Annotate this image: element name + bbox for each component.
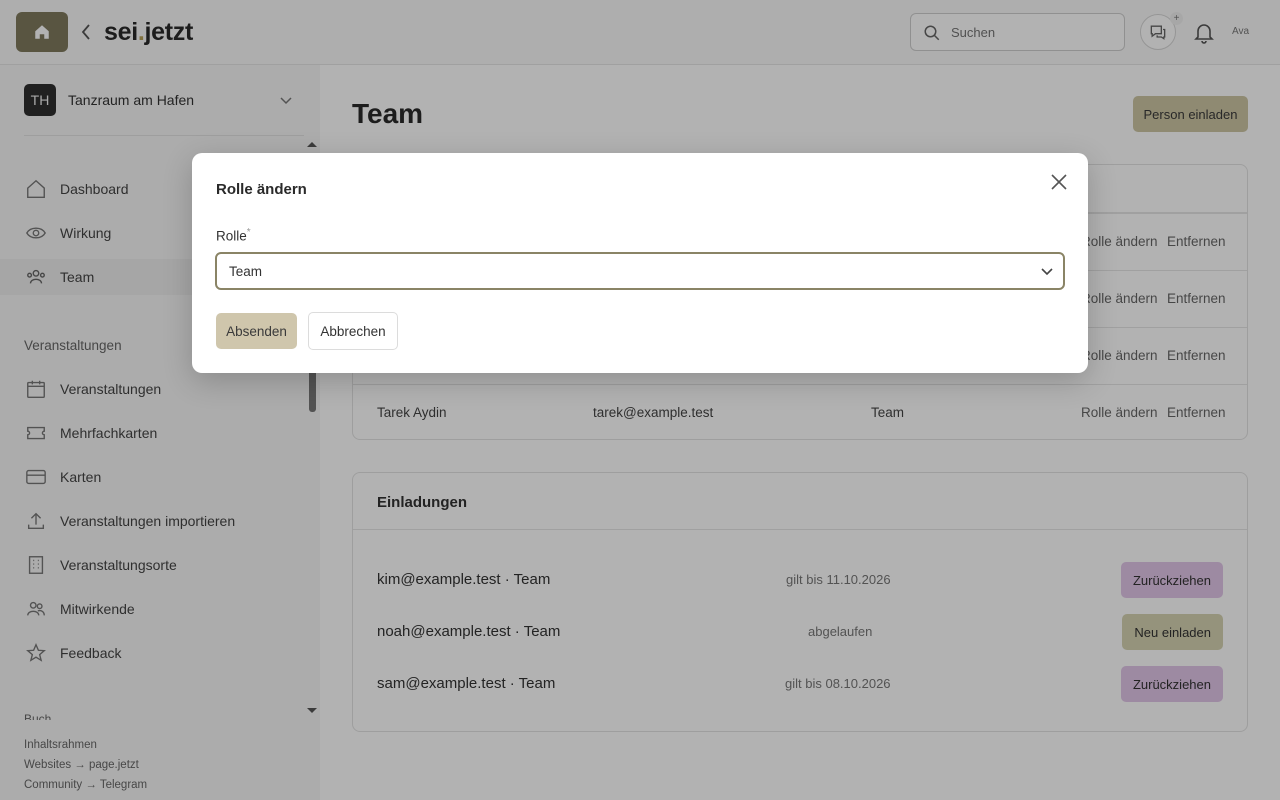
change-role-dialog: Rolle ändern Rolle* Team Absenden Abbrec…: [192, 153, 1088, 373]
modal-backdrop[interactable]: [0, 0, 1280, 800]
role-select-value: Team: [229, 264, 263, 279]
close-icon: [1051, 174, 1067, 190]
close-button[interactable]: [1048, 171, 1070, 193]
dialog-title: Rolle ändern: [216, 181, 307, 198]
cancel-button[interactable]: Abbrechen: [308, 312, 398, 350]
chevron-down-icon: [1041, 268, 1053, 276]
role-field-label: Rolle*: [216, 227, 251, 244]
required-mark: *: [246, 227, 251, 238]
role-select[interactable]: Team: [215, 252, 1065, 290]
submit-button[interactable]: Absenden: [216, 313, 297, 349]
